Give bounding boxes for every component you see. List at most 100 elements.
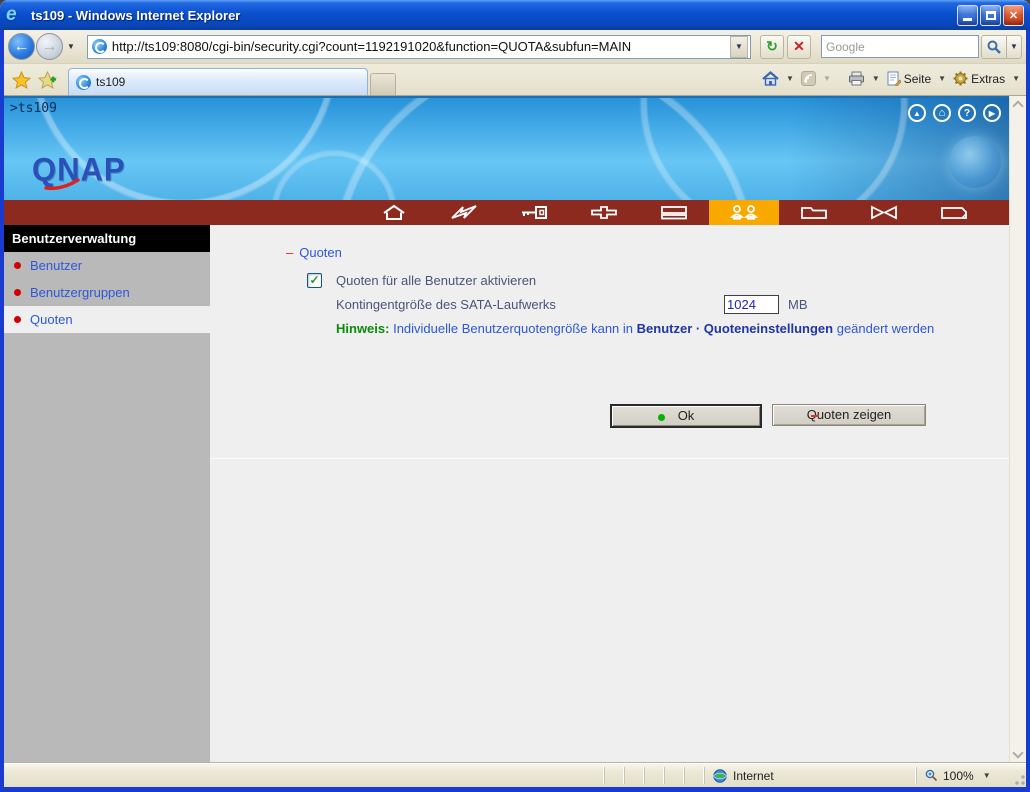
stop-icon: ✕	[793, 38, 805, 55]
add-favorite-button[interactable]	[35, 68, 59, 92]
network-share-icon	[798, 204, 830, 221]
feeds-dropdown[interactable]: ▼	[821, 72, 833, 85]
stop-button[interactable]: ✕	[787, 35, 811, 59]
zoom-dropdown-icon[interactable]: ▼	[983, 771, 991, 780]
zoom-control[interactable]: 100% ▼	[916, 767, 1012, 784]
maximize-icon	[986, 11, 996, 20]
nav-home[interactable]	[359, 200, 429, 225]
tools-menu-label: Extras	[971, 72, 1005, 86]
home-dropdown[interactable]: ▼	[784, 72, 796, 85]
close-button[interactable]: ✕	[1003, 5, 1024, 26]
forward-button[interactable]: →	[36, 33, 63, 60]
nav-system-settings[interactable]	[499, 200, 569, 225]
home-nav-icon	[378, 204, 410, 221]
search-dropdown-button[interactable]: ▼	[1007, 35, 1022, 59]
logout-button[interactable]: ▲	[908, 104, 926, 122]
tools-menu-button[interactable]: Extras	[948, 68, 1010, 89]
refresh-icon: ↻	[766, 38, 778, 55]
page-menu-button[interactable]: Seite	[882, 68, 936, 89]
add-favorite-star-icon	[38, 71, 57, 89]
globe-decoration	[949, 136, 1001, 188]
host-label: >ts109	[10, 101, 57, 116]
main-navbar	[4, 200, 1009, 225]
network-settings-icon	[588, 204, 620, 221]
up-triangle-icon: ▲	[913, 109, 921, 118]
section-collapse-marker[interactable]: –	[286, 245, 293, 260]
tab-favicon-icon	[76, 75, 91, 90]
nav-device-configuration[interactable]	[639, 200, 709, 225]
note-bold-path: Benutzer · Quoteneinstellungen	[637, 321, 833, 336]
help-button[interactable]: ?	[958, 104, 976, 122]
url-input[interactable]	[112, 39, 730, 54]
bullet-icon	[14, 289, 21, 296]
new-tab-button[interactable]	[370, 73, 396, 95]
sidebar-item-label: Benutzergruppen	[30, 285, 130, 300]
home-glyph-icon: ⌂	[939, 107, 946, 119]
search-button[interactable]	[981, 35, 1007, 59]
device-config-icon	[658, 204, 690, 221]
show-quotas-button[interactable]: Quoten zeigen	[772, 404, 926, 426]
nav-network-share[interactable]	[779, 200, 849, 225]
window-title: ts109 - Windows Internet Explorer	[31, 8, 240, 23]
quota-size-label: Kontingentgröße des SATA-Laufwerks	[336, 297, 556, 312]
url-bar[interactable]: ▼	[87, 35, 751, 59]
scroll-up-icon[interactable]	[1012, 100, 1023, 111]
nav-quick-configuration[interactable]	[429, 200, 499, 225]
banner-home-button[interactable]: ⌂	[933, 104, 951, 122]
sidebar-item-label: Quoten	[30, 312, 73, 327]
question-icon: ?	[964, 108, 970, 119]
minimize-button[interactable]	[957, 5, 978, 26]
page-menu-label: Seite	[904, 72, 931, 86]
main-content: – Quoten Quoten für alle Benutzer aktivi…	[210, 225, 1009, 763]
bullet-icon	[14, 262, 21, 269]
sidebar-item-benutzer[interactable]: Benutzer	[4, 252, 210, 279]
zoom-level: 100%	[943, 769, 974, 783]
command-bar: ▼ ▼ ▼	[757, 64, 1022, 95]
sidebar-item-benutzergruppen[interactable]: Benutzergruppen	[4, 279, 210, 306]
favorites-button[interactable]	[9, 68, 33, 92]
play-triangle-icon: ▶	[989, 109, 995, 118]
forward-icon: →	[42, 38, 58, 56]
home-button[interactable]	[757, 68, 784, 89]
search-icon	[987, 40, 1001, 54]
back-button[interactable]: ←	[8, 33, 35, 60]
title-bar: e ts109 - Windows Internet Explorer ✕	[0, 0, 1030, 30]
note-prefix: Hinweis:	[336, 321, 389, 336]
qnap-banner: >ts109 QNAP ▲ ⌂ ? ▶	[4, 96, 1009, 200]
maximize-button[interactable]	[980, 5, 1001, 26]
url-dropdown-button[interactable]: ▼	[730, 36, 748, 58]
search-input[interactable]	[826, 40, 974, 54]
address-toolbar: ← → ▼ ▼ ↻ ✕ ▼	[4, 30, 1026, 64]
resize-grip[interactable]	[1012, 764, 1026, 787]
url-dropdown-icon: ▼	[735, 42, 743, 51]
tab-ts109[interactable]: ts109	[68, 68, 368, 95]
quota-enable-checkbox[interactable]	[307, 273, 322, 288]
show-quotas-button-label: Quoten zeigen	[807, 405, 892, 425]
rss-icon	[801, 71, 816, 86]
search-box[interactable]	[821, 35, 979, 58]
sidebar-item-quoten[interactable]: Quoten	[4, 306, 210, 333]
ok-button[interactable]: Ok	[610, 404, 762, 428]
page-icon	[887, 71, 901, 86]
nav-network-settings[interactable]	[569, 200, 639, 225]
nav-user-management[interactable]	[709, 200, 779, 225]
section-title[interactable]: Quoten	[299, 245, 342, 260]
vertical-scrollbar[interactable]	[1009, 96, 1026, 763]
sidebar: Benutzerverwaltung Benutzer Benutzergrup…	[4, 225, 210, 763]
ie-logo-icon: e	[6, 5, 26, 25]
refresh-button[interactable]: ↻	[760, 35, 784, 59]
print-button[interactable]	[843, 68, 870, 89]
scroll-down-icon[interactable]	[1012, 747, 1023, 758]
nav-system-tools[interactable]	[849, 200, 919, 225]
printer-icon	[848, 71, 865, 86]
quota-size-input[interactable]	[724, 295, 779, 314]
sidebar-header: Benutzerverwaltung	[4, 225, 210, 252]
print-dropdown[interactable]: ▼	[870, 72, 882, 85]
system-settings-icon	[518, 204, 550, 221]
page-menu-dropdown[interactable]: ▼	[936, 72, 948, 85]
feeds-button[interactable]	[796, 68, 821, 89]
history-dropdown[interactable]: ▼	[63, 42, 79, 51]
nav-system-logs[interactable]	[919, 200, 989, 225]
tools-menu-dropdown[interactable]: ▼	[1010, 72, 1022, 85]
forward-nav-button[interactable]: ▶	[983, 104, 1001, 122]
